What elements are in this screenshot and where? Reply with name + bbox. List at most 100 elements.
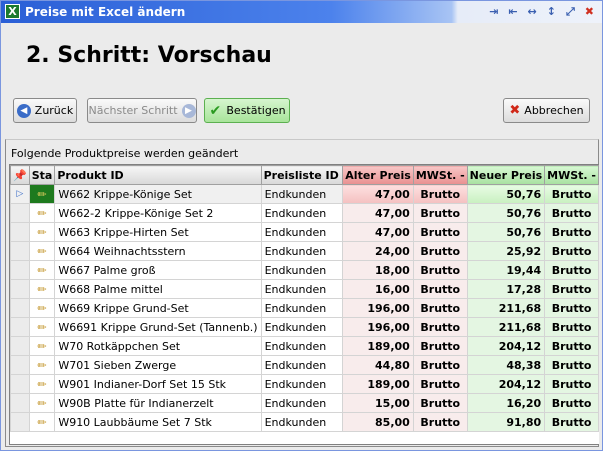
old-price-cell[interactable]: 47,00 (342, 203, 414, 223)
pricelist-cell[interactable]: Endkunden (260, 374, 344, 394)
pricelist-cell[interactable]: Endkunden (260, 279, 344, 299)
old-tax-cell[interactable]: Brutto (412, 317, 468, 337)
expand-icon[interactable]: ⇤ (508, 5, 517, 19)
product-id-cell[interactable]: W910 Laubbäume Set 7 Stk (54, 412, 262, 432)
table-row[interactable]: ✏ W663 Krippe-Hirten Set Endkunden 47,00… (10, 222, 599, 242)
column-header-pricelist-id[interactable]: Preisliste ID (260, 165, 344, 185)
column-header-new-tax[interactable]: MWSt. - (544, 165, 599, 185)
row-indicator[interactable] (10, 279, 30, 299)
new-price-cell[interactable]: 204,12 (466, 374, 546, 394)
old-price-cell[interactable]: 85,00 (342, 412, 414, 432)
resize-vertical-icon[interactable]: ↕ (547, 5, 556, 19)
old-price-cell[interactable]: 189,00 (342, 374, 414, 394)
new-tax-cell[interactable]: Brutto (544, 374, 599, 394)
old-price-cell[interactable]: 189,00 (342, 336, 414, 356)
product-id-cell[interactable]: W662 Krippe-Könige Set (54, 184, 262, 204)
product-id-cell[interactable]: W70 Rotkäppchen Set (54, 336, 262, 356)
row-indicator[interactable] (10, 317, 30, 337)
row-indicator[interactable] (10, 298, 30, 318)
close-icon[interactable]: ✖ (585, 5, 594, 19)
old-price-cell[interactable]: 196,00 (342, 298, 414, 318)
pricelist-cell[interactable]: Endkunden (260, 241, 344, 261)
new-tax-cell[interactable]: Brutto (544, 355, 599, 375)
table-row[interactable]: ✏ W70 Rotkäppchen Set Endkunden 189,00 B… (10, 336, 599, 356)
pricelist-cell[interactable]: Endkunden (260, 184, 344, 204)
old-tax-cell[interactable]: Brutto (412, 298, 468, 318)
maximize-icon[interactable]: ⤢ (566, 5, 575, 19)
new-tax-cell[interactable]: Brutto (544, 336, 599, 356)
product-id-cell[interactable]: W663 Krippe-Hirten Set (54, 222, 262, 242)
table-row[interactable]: ✏ W901 Indianer-Dorf Set 15 Stk Endkunde… (10, 374, 599, 394)
old-price-cell[interactable]: 47,00 (342, 184, 414, 204)
pricelist-cell[interactable]: Endkunden (260, 317, 344, 337)
old-tax-cell[interactable]: Brutto (412, 241, 468, 261)
new-tax-cell[interactable]: Brutto (544, 241, 599, 261)
old-price-cell[interactable]: 18,00 (342, 260, 414, 280)
table-row[interactable]: ✏ W910 Laubbäume Set 7 Stk Endkunden 85,… (10, 412, 599, 432)
old-tax-cell[interactable]: Brutto (412, 374, 468, 394)
collapse-icon[interactable]: ⇥ (489, 5, 498, 19)
table-row[interactable]: ✏ W90B Platte für Indianerzelt Endkunden… (10, 393, 599, 413)
new-price-cell[interactable]: 91,80 (466, 412, 546, 432)
new-tax-cell[interactable]: Brutto (544, 317, 599, 337)
pricelist-cell[interactable]: Endkunden (260, 222, 344, 242)
old-tax-cell[interactable]: Brutto (412, 260, 468, 280)
pricelist-cell[interactable]: Endkunden (260, 260, 344, 280)
new-price-cell[interactable]: 19,44 (466, 260, 546, 280)
new-price-cell[interactable]: 25,92 (466, 241, 546, 261)
old-price-cell[interactable]: 44,80 (342, 355, 414, 375)
new-price-cell[interactable]: 50,76 (466, 184, 546, 204)
product-id-cell[interactable]: W667 Palme groß (54, 260, 262, 280)
old-tax-cell[interactable]: Brutto (412, 336, 468, 356)
new-price-cell[interactable]: 50,76 (466, 203, 546, 223)
new-tax-cell[interactable]: Brutto (544, 393, 599, 413)
row-indicator[interactable] (10, 241, 30, 261)
column-header-status[interactable]: Sta (28, 165, 56, 185)
product-id-cell[interactable]: W701 Sieben Zwerge (54, 355, 262, 375)
old-tax-cell[interactable]: Brutto (412, 222, 468, 242)
new-tax-cell[interactable]: Brutto (544, 184, 599, 204)
back-button[interactable]: ◀ Zurück (13, 98, 77, 123)
new-tax-cell[interactable]: Brutto (544, 203, 599, 223)
new-price-cell[interactable]: 211,68 (466, 317, 546, 337)
old-tax-cell[interactable]: Brutto (412, 203, 468, 223)
product-id-cell[interactable]: W668 Palme mittel (54, 279, 262, 299)
old-tax-cell[interactable]: Brutto (412, 355, 468, 375)
product-id-cell[interactable]: W90B Platte für Indianerzelt (54, 393, 262, 413)
new-price-cell[interactable]: 48,38 (466, 355, 546, 375)
new-price-cell[interactable]: 211,68 (466, 298, 546, 318)
new-price-cell[interactable]: 16,20 (466, 393, 546, 413)
old-price-cell[interactable]: 47,00 (342, 222, 414, 242)
row-indicator[interactable] (10, 374, 30, 394)
old-tax-cell[interactable]: Brutto (412, 412, 468, 432)
table-row[interactable]: ✏ W669 Krippe Grund-Set Endkunden 196,00… (10, 298, 599, 318)
new-tax-cell[interactable]: Brutto (544, 298, 599, 318)
row-indicator[interactable] (10, 412, 30, 432)
table-row[interactable]: ✏ W668 Palme mittel Endkunden 16,00 Brut… (10, 279, 599, 299)
table-row[interactable]: ✏ W662-2 Krippe-Könige Set 2 Endkunden 4… (10, 203, 599, 223)
new-tax-cell[interactable]: Brutto (544, 222, 599, 242)
row-indicator[interactable]: ▷ (10, 184, 30, 204)
next-step-button[interactable]: Nächster Schritt ▶ (87, 98, 197, 123)
new-tax-cell[interactable]: Brutto (544, 412, 599, 432)
new-tax-cell[interactable]: Brutto (544, 279, 599, 299)
table-row[interactable]: ✏ W701 Sieben Zwerge Endkunden 44,80 Bru… (10, 355, 599, 375)
column-header-old-tax[interactable]: MWSt. - (412, 165, 468, 185)
product-id-cell[interactable]: W669 Krippe Grund-Set (54, 298, 262, 318)
row-indicator[interactable] (10, 393, 30, 413)
old-tax-cell[interactable]: Brutto (412, 393, 468, 413)
new-tax-cell[interactable]: Brutto (544, 260, 599, 280)
new-price-cell[interactable]: 204,12 (466, 336, 546, 356)
old-price-cell[interactable]: 16,00 (342, 279, 414, 299)
table-row[interactable]: ✏ W664 Weihnachtsstern Endkunden 24,00 B… (10, 241, 599, 261)
pricelist-cell[interactable]: Endkunden (260, 393, 344, 413)
confirm-button[interactable]: ✔ Bestätigen (204, 98, 290, 123)
cancel-button[interactable]: ✖ Abbrechen (503, 98, 590, 123)
row-indicator[interactable] (10, 260, 30, 280)
product-id-cell[interactable]: W662-2 Krippe-Könige Set 2 (54, 203, 262, 223)
row-indicator[interactable] (10, 203, 30, 223)
column-header-product-id[interactable]: Produkt ID (54, 165, 262, 185)
product-id-cell[interactable]: W901 Indianer-Dorf Set 15 Stk (54, 374, 262, 394)
table-row[interactable]: ✏ W6691 Krippe Grund-Set (Tannenb.) Endk… (10, 317, 599, 337)
row-indicator[interactable] (10, 355, 30, 375)
